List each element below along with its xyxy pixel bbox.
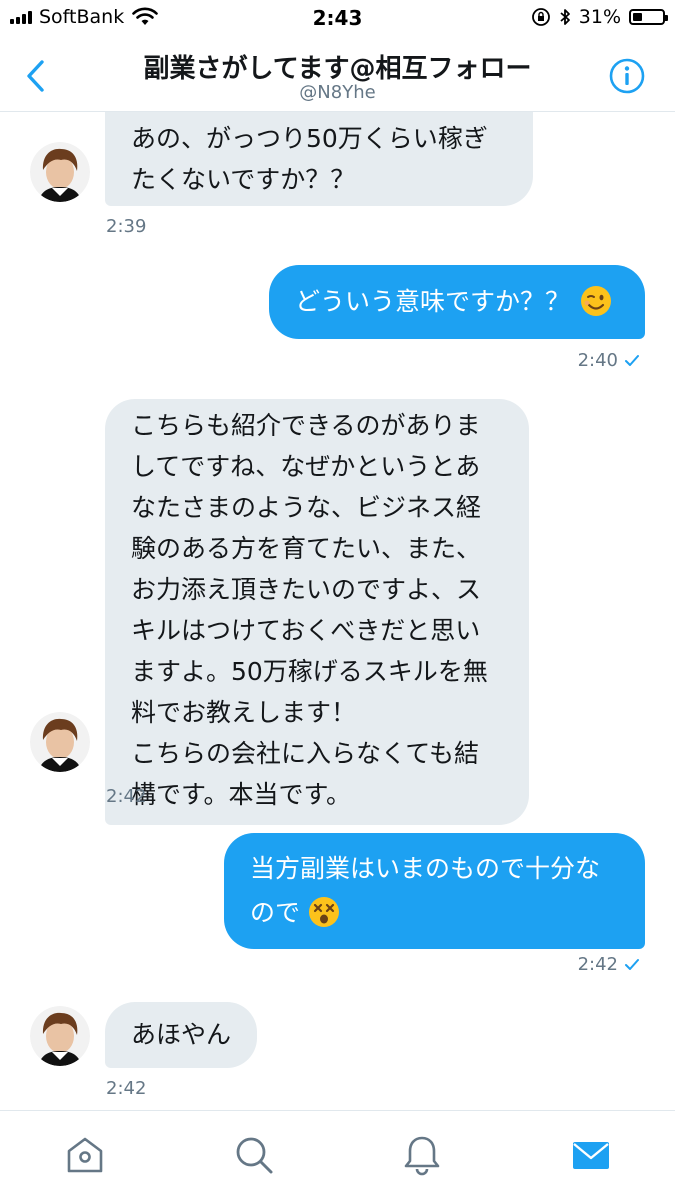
message-timestamp: 2:40 — [577, 350, 618, 371]
message-text: 験のある方を育てたい、また、 — [131, 534, 482, 563]
message-text: 当方副業はいまのもので十分な — [250, 854, 601, 883]
battery-icon — [629, 9, 668, 25]
message-timestamp: 2:42 — [106, 1078, 147, 1099]
checkmark-icon — [625, 354, 639, 366]
info-icon[interactable] — [609, 58, 645, 94]
message-bubble[interactable]: 当方副業はいまのもので十分な ので — [224, 833, 645, 949]
conversation-title[interactable]: 副業さがしてます@相互フォロー — [0, 48, 675, 85]
message-timestamp-row: 2:42 — [578, 954, 640, 975]
message-text: こちらの会社に入らなくても結 — [131, 739, 480, 768]
message-bubble[interactable]: どういう意味ですか？？ — [269, 265, 645, 339]
bell-icon[interactable] — [400, 1133, 444, 1177]
message-text: なたさまのような、ビジネス経 — [131, 493, 482, 522]
status-bar: SoftBank 2:43 31% — [0, 0, 675, 38]
checkmark-icon — [625, 958, 639, 970]
status-right: 31% — [531, 6, 668, 28]
avatar[interactable] — [30, 1006, 90, 1066]
message-text: あの、がっつり50万くらい稼ぎ — [131, 124, 488, 153]
message-bubble[interactable]: あほやん — [105, 1002, 257, 1068]
message-text: ので — [250, 898, 301, 927]
bluetooth-icon — [560, 9, 570, 25]
avatar[interactable] — [30, 712, 90, 772]
envelope-icon[interactable] — [569, 1133, 613, 1177]
avatar[interactable] — [30, 142, 90, 202]
message-timestamp: 2:42 — [577, 954, 618, 975]
dizzy-face-icon — [308, 897, 339, 927]
search-icon[interactable] — [232, 1133, 276, 1177]
message-text: キルはつけておくべきだと思い — [131, 616, 481, 645]
message-text: たくないですか？？ — [131, 165, 356, 194]
message-text: こちらも紹介できるのがありま — [131, 411, 481, 440]
message-text: 構です。本当です。 — [131, 780, 352, 809]
message-timestamp: 2:39 — [106, 216, 147, 237]
tab-bar — [0, 1110, 675, 1200]
battery-percent: 31% — [578, 6, 621, 28]
message-list[interactable]: あの、がっつり50万くらい稼ぎ たくないですか？？ 2:39 どういう意味ですか… — [0, 112, 675, 1110]
message-bubble[interactable]: こちらも紹介できるのがありま してですね、なぜかというとあ なたさまのような、ビ… — [105, 399, 529, 825]
message-text: ますよ。50万稼げるスキルを無 — [131, 657, 488, 686]
message-text: あほやん — [131, 1020, 232, 1049]
message-text: どういう意味ですか？？ — [295, 287, 571, 316]
orientation-lock-icon — [531, 8, 550, 26]
conversation-header: 副業さがしてます@相互フォロー @N8Yhe — [0, 38, 675, 112]
message-bubble[interactable]: あの、がっつり50万くらい稼ぎ たくないですか？？ — [105, 112, 533, 206]
message-text: してですね、なぜかというとあ — [131, 452, 481, 481]
winking-face-icon — [580, 286, 611, 316]
conversation-handle: @N8Yhe — [299, 82, 376, 103]
message-timestamp: 2:42 — [106, 786, 147, 807]
message-timestamp-row: 2:40 — [578, 350, 640, 371]
message-text: お力添え頂きたいのですよ、ス — [131, 575, 482, 604]
message-text: 料でお教えします！ — [131, 698, 357, 727]
home-icon[interactable] — [63, 1133, 107, 1177]
